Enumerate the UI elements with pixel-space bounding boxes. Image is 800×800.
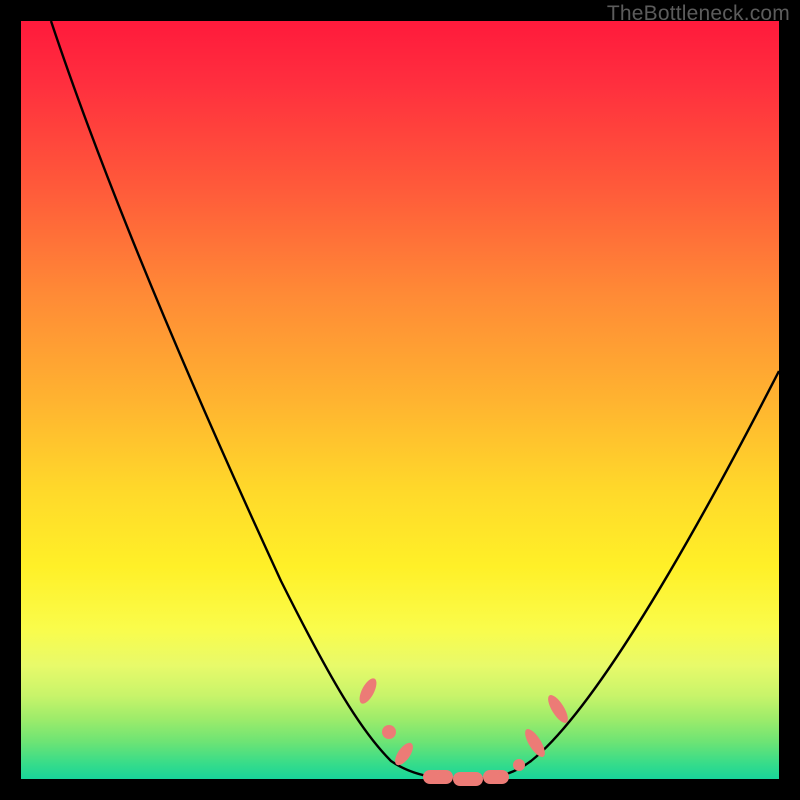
marker [513,759,525,771]
curve-markers [356,676,571,786]
marker [521,726,548,759]
watermark-text: TheBottleneck.com [607,2,790,26]
marker [483,770,509,784]
marker [423,770,453,784]
marker [382,725,396,739]
marker [453,772,483,786]
marker [356,676,380,706]
chart-frame: TheBottleneck.com [0,0,800,800]
marker [544,692,571,725]
bottleneck-curve [51,21,779,779]
chart-svg [21,21,779,779]
